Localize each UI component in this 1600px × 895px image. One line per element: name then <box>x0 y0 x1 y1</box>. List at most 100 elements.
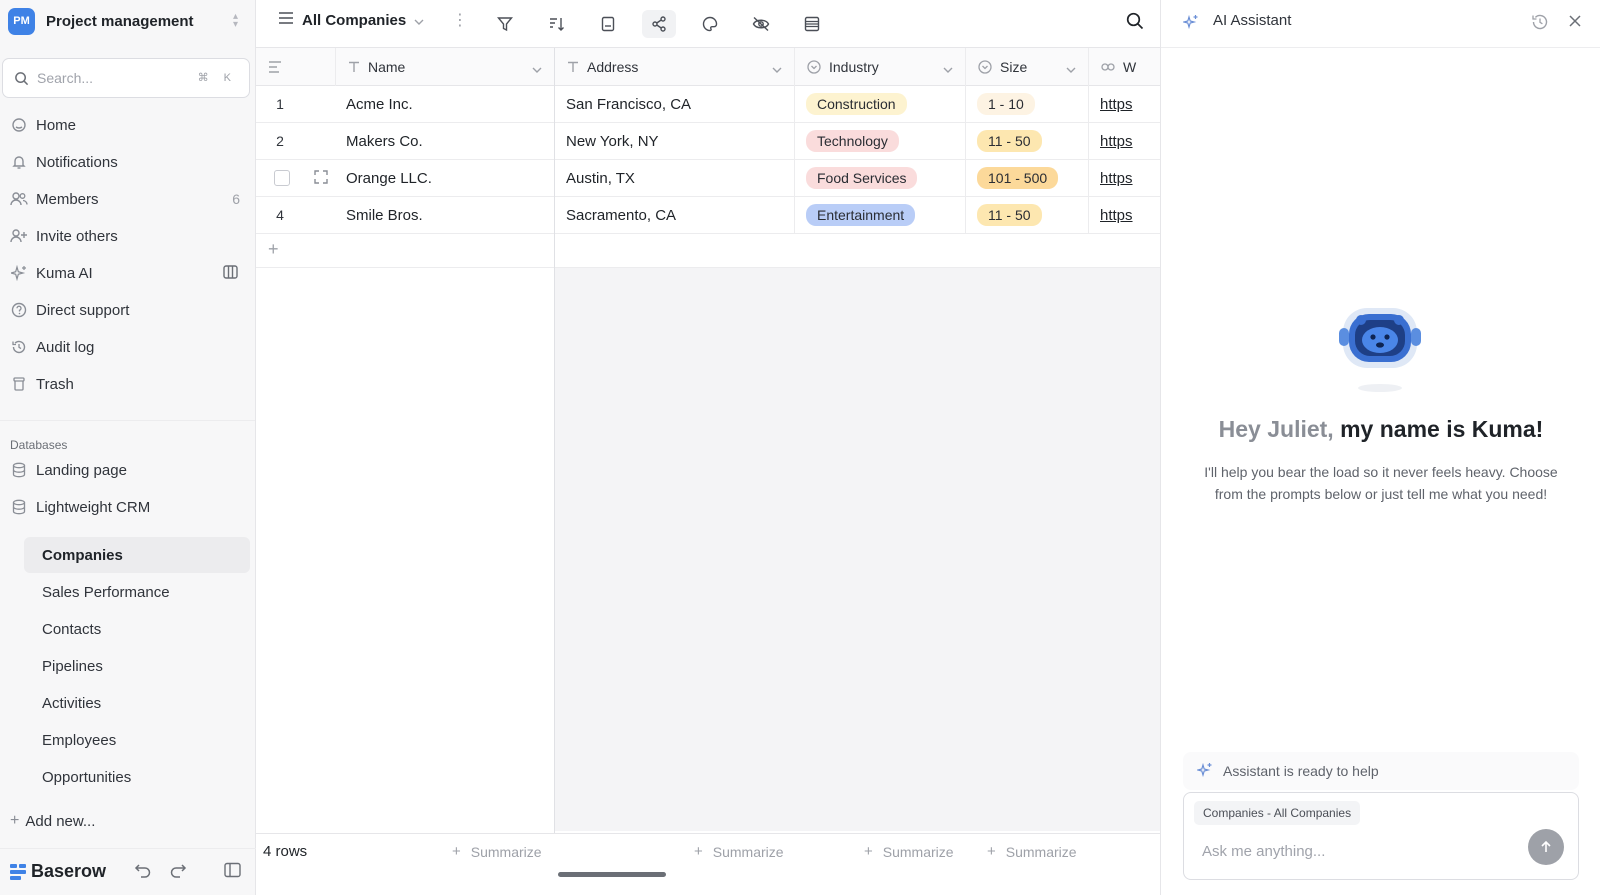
ai-prompt-input[interactable] <box>1202 843 1502 860</box>
context-chip[interactable]: Companies - All Companies <box>1194 801 1361 825</box>
cell-website[interactable]: https <box>1089 86 1160 122</box>
column-header-label: Industry <box>829 59 879 75</box>
summarize-size-button[interactable]: + Summarize <box>987 843 1077 860</box>
cell-address[interactable]: San Francisco, CA <box>555 86 795 122</box>
chevron-down-icon[interactable] <box>943 60 953 76</box>
view-more-icon[interactable]: ⋮ <box>452 13 468 29</box>
send-button[interactable] <box>1528 829 1564 865</box>
sidebar-item-label: Invite others <box>36 227 118 245</box>
sidebar-item-home[interactable]: Home <box>10 110 250 140</box>
panel-icon[interactable] <box>223 265 238 283</box>
baserow-logo[interactable]: Baserow <box>10 861 106 882</box>
table-item-opportunities[interactable]: Opportunities <box>24 759 250 795</box>
table-item-sales-performance[interactable]: Sales Performance <box>24 574 250 610</box>
size-badge: 11 - 50 <box>977 130 1042 152</box>
undo-icon[interactable] <box>134 862 152 881</box>
kuma-mascot-icon <box>1339 308 1421 392</box>
add-row-button[interactable]: + <box>256 232 555 268</box>
database-icon <box>10 498 28 516</box>
row-height-icon[interactable] <box>795 10 829 38</box>
database-item-landing-page[interactable]: Landing page <box>10 455 250 485</box>
share-icon[interactable] <box>642 10 676 38</box>
cell-size[interactable]: 11 - 50 <box>966 123 1089 159</box>
row-select-checkbox[interactable] <box>274 170 290 186</box>
search-icon <box>15 71 29 85</box>
website-link[interactable]: https <box>1100 207 1133 224</box>
sidebar-item-trash[interactable]: Trash <box>10 369 250 399</box>
website-link[interactable]: https <box>1100 133 1133 150</box>
summarize-industry-button[interactable]: + Summarize <box>864 843 954 860</box>
cell-name[interactable]: Orange LLC. <box>336 160 555 196</box>
table-item-contacts[interactable]: Contacts <box>24 611 250 647</box>
filter-icon[interactable] <box>488 10 522 38</box>
hide-fields-icon[interactable] <box>744 10 778 38</box>
group-icon[interactable] <box>591 10 625 38</box>
column-header-size[interactable]: Size <box>966 48 1089 86</box>
summarize-name-button[interactable]: + Summarize <box>452 843 542 860</box>
cell-size[interactable]: 101 - 500 <box>966 160 1089 196</box>
summarize-address-button[interactable]: + Summarize <box>694 843 784 860</box>
chevron-down-icon[interactable] <box>532 60 542 76</box>
collapse-sidebar-icon[interactable] <box>224 862 241 881</box>
cell-industry[interactable]: Technology <box>795 123 966 159</box>
add-new-label: Add new... <box>25 812 96 830</box>
databases-section-title: Databases <box>10 438 68 452</box>
sidebar-item-label: Audit log <box>36 338 95 356</box>
chevron-down-icon[interactable] <box>772 60 782 76</box>
sidebar-item-notifications[interactable]: Notifications <box>10 147 250 177</box>
table-row[interactable]: 1 Acme Inc. San Francisco, CA Constructi… <box>256 86 1160 123</box>
website-link[interactable]: https <box>1100 170 1133 187</box>
column-header-website[interactable]: W <box>1089 48 1160 86</box>
table-item-activities[interactable]: Activities <box>24 685 250 721</box>
summarize-label: Summarize <box>1005 843 1077 860</box>
cell-industry[interactable]: Entertainment <box>795 197 966 233</box>
cell-website[interactable]: https <box>1089 160 1160 196</box>
cell-size[interactable]: 1 - 10 <box>966 86 1089 122</box>
sidebar-search[interactable]: ⌘ K <box>2 58 250 98</box>
cell-website[interactable]: https <box>1089 123 1160 159</box>
cell-address[interactable]: Sacramento, CA <box>555 197 795 233</box>
grid-search-icon[interactable] <box>1126 12 1144 33</box>
redo-icon[interactable] <box>169 862 187 881</box>
website-link[interactable]: https <box>1100 96 1133 113</box>
column-header-industry[interactable]: Industry <box>795 48 966 86</box>
expand-row-icon[interactable] <box>314 170 328 188</box>
color-icon[interactable] <box>693 10 727 38</box>
summarize-label: Summarize <box>712 843 784 860</box>
cell-website[interactable]: https <box>1089 197 1160 233</box>
cell-name[interactable]: Acme Inc. <box>336 86 555 122</box>
table-item-pipelines[interactable]: Pipelines <box>24 648 250 684</box>
sidebar-item-invite[interactable]: Invite others <box>10 221 250 251</box>
cell-size[interactable]: 11 - 50 <box>966 197 1089 233</box>
close-icon[interactable] <box>1569 14 1581 30</box>
plus-icon: + <box>452 843 461 860</box>
database-item-lightweight-crm[interactable]: Lightweight CRM <box>10 492 250 522</box>
add-new-button[interactable]: + Add new... <box>10 812 95 830</box>
cell-name[interactable]: Smile Bros. <box>336 197 555 233</box>
cell-industry[interactable]: Construction <box>795 86 966 122</box>
chevron-down-icon[interactable] <box>1066 60 1076 76</box>
history-icon[interactable] <box>1531 13 1549 34</box>
search-input[interactable] <box>37 70 187 86</box>
sidebar-item-direct-support[interactable]: Direct support <box>10 295 250 325</box>
horizontal-scrollbar[interactable] <box>558 872 666 877</box>
table-item-employees[interactable]: Employees <box>24 722 250 758</box>
table-row[interactable]: Orange LLC. Austin, TX Food Services 101… <box>256 160 1160 197</box>
table-row[interactable]: 4 Smile Bros. Sacramento, CA Entertainme… <box>256 197 1160 234</box>
column-header-address[interactable]: Address <box>555 48 795 86</box>
table-row[interactable]: 2 Makers Co. New York, NY Technology 11 … <box>256 123 1160 160</box>
table-item-companies[interactable]: Companies <box>24 537 250 573</box>
cell-address[interactable]: New York, NY <box>555 123 795 159</box>
column-header-name[interactable]: Name <box>336 48 555 86</box>
cell-address[interactable]: Austin, TX <box>555 160 795 196</box>
cell-name[interactable]: Makers Co. <box>336 123 555 159</box>
sidebar-item-members[interactable]: Members 6 <box>10 184 250 214</box>
sort-icon[interactable] <box>540 10 574 38</box>
row-identifier-header[interactable] <box>256 48 336 86</box>
sidebar-item-kuma-ai[interactable]: Kuma AI <box>10 258 250 288</box>
view-selector[interactable]: All Companies <box>278 11 424 29</box>
sidebar-item-audit-log[interactable]: Audit log <box>10 332 250 362</box>
workspace-switcher[interactable]: PM Project management ▴ ▾ <box>8 6 248 36</box>
row-count: 4 rows <box>263 843 308 860</box>
cell-industry[interactable]: Food Services <box>795 160 966 196</box>
